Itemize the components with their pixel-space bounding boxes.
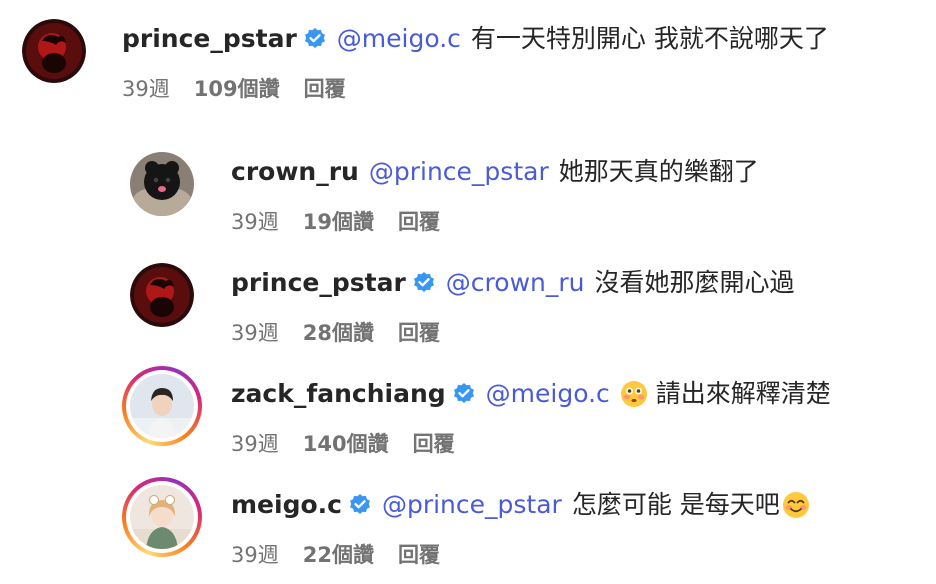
timestamp[interactable]: 39週 (122, 76, 170, 102)
username[interactable]: zack_fanchiang (231, 379, 446, 409)
avatar[interactable] (130, 152, 194, 216)
verified-badge-icon (349, 494, 370, 514)
likes-count[interactable]: 140個讚 (303, 431, 389, 457)
mention-link[interactable]: @prince_pstar (369, 157, 549, 187)
username[interactable]: prince_pstar (231, 268, 406, 298)
comment-text: 請出來解釋清楚 (655, 379, 831, 408)
mention-link[interactable]: @meigo.c (486, 379, 610, 409)
smiling-face-blush-icon (782, 492, 809, 518)
comment-text: 怎麼可能 是每天吧 (571, 490, 780, 519)
timestamp[interactable]: 39週 (231, 209, 279, 235)
likes-count[interactable]: 109個讚 (194, 76, 280, 102)
username[interactable]: crown_ru (231, 157, 359, 187)
likes-count[interactable]: 22個讚 (303, 542, 374, 568)
comment-text: 有一天特別開心 我就不說哪天了 (470, 24, 829, 53)
avatar[interactable] (22, 19, 86, 83)
likes-count[interactable]: 19個讚 (303, 209, 374, 235)
verified-badge-icon (413, 272, 434, 292)
reply-button[interactable]: 回覆 (398, 320, 440, 346)
comment-text: 她那天真的樂翻了 (558, 157, 759, 186)
username[interactable]: meigo.c (231, 490, 342, 520)
reply-button[interactable]: 回覆 (304, 76, 346, 102)
username[interactable]: prince_pstar (122, 24, 297, 54)
avatar[interactable] (130, 374, 194, 438)
reply-button[interactable]: 回覆 (413, 431, 455, 457)
timestamp[interactable]: 39週 (231, 431, 279, 457)
avatar[interactable] (130, 485, 194, 549)
timestamp[interactable]: 39週 (231, 542, 279, 568)
avatar[interactable] (130, 263, 194, 327)
comment-text: 沒看她那麼開心過 (594, 268, 795, 297)
reply-button[interactable]: 回覆 (398, 542, 440, 568)
flushed-face-icon (620, 381, 647, 407)
verified-badge-icon (453, 383, 474, 403)
mention-link[interactable]: @crown_ru (446, 268, 585, 298)
verified-badge-icon (304, 28, 325, 48)
likes-count[interactable]: 28個讚 (303, 320, 374, 346)
reply-button[interactable]: 回覆 (398, 209, 440, 235)
mention-link[interactable]: @meigo.c (337, 24, 461, 54)
timestamp[interactable]: 39週 (231, 320, 279, 346)
mention-link[interactable]: @prince_pstar (382, 490, 562, 520)
